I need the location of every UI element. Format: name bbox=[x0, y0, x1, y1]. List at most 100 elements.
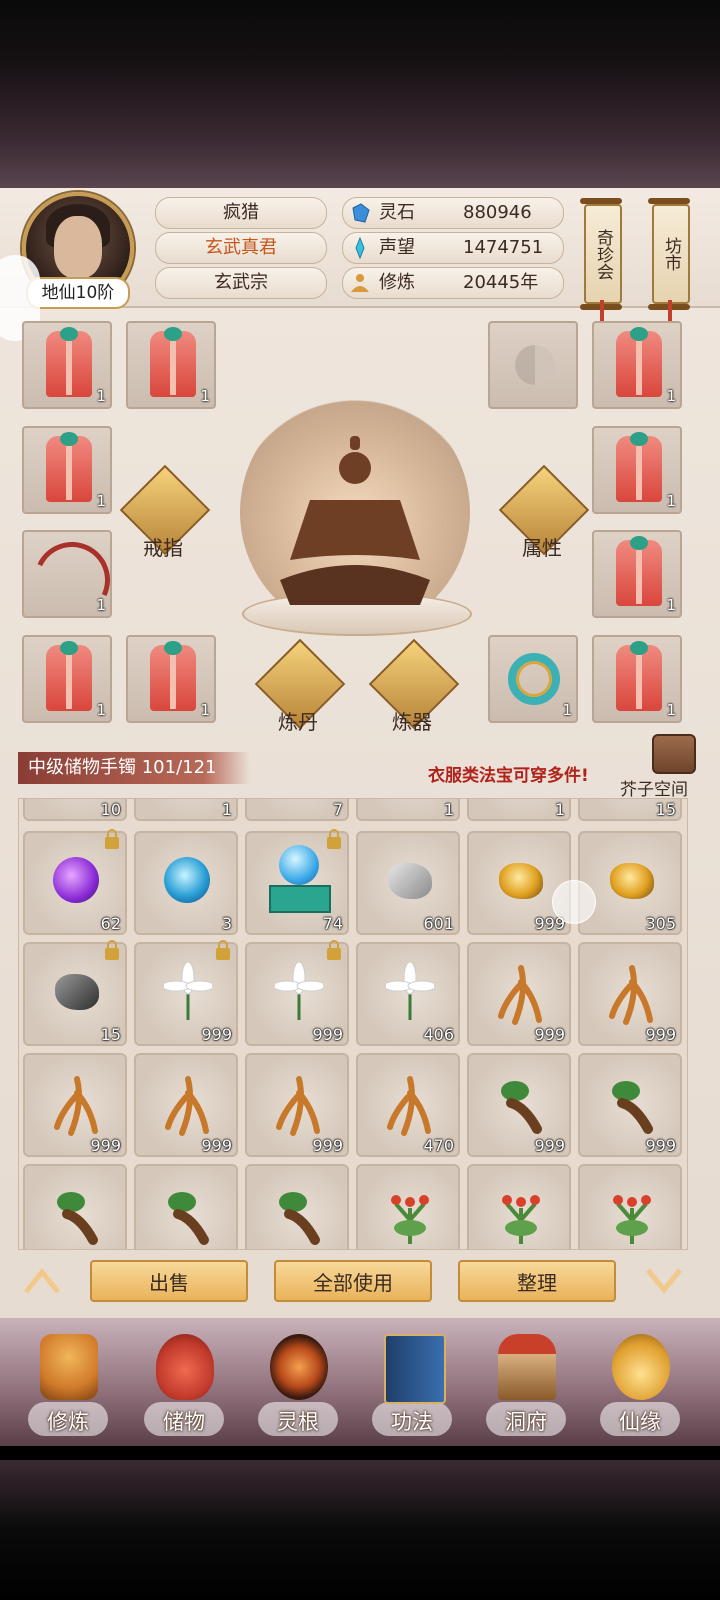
inventory-cell[interactable]: 470 bbox=[356, 1053, 460, 1157]
treasure-auction-button[interactable]: 奇珍会 bbox=[580, 198, 622, 310]
item-count: 1 bbox=[96, 596, 106, 614]
resource-value: 1474751 bbox=[463, 237, 544, 258]
item-count: 999 bbox=[201, 1136, 232, 1155]
ginseng-root-icon bbox=[498, 965, 542, 1025]
nav-spirit-root[interactable]: 灵根 bbox=[248, 1334, 348, 1444]
item-count: 1 bbox=[666, 701, 676, 719]
cultivation-icon bbox=[351, 274, 369, 292]
sell-button[interactable]: 出售 bbox=[90, 1260, 248, 1302]
inventory-cell[interactable]: 601 bbox=[356, 831, 460, 935]
inventory-cell[interactable]: 406 bbox=[356, 942, 460, 1046]
market-button[interactable]: 坊市 bbox=[648, 198, 690, 310]
inventory-cell[interactable] bbox=[578, 1164, 682, 1249]
inventory-cell[interactable]: 999 bbox=[467, 942, 571, 1046]
robe-icon bbox=[616, 536, 662, 606]
inventory-cell[interactable]: 1 bbox=[467, 799, 571, 821]
inventory-grid[interactable]: 10 1 7 1 1 15 62 3 74 601 999 305 15 999… bbox=[18, 798, 688, 1250]
inventory-cell[interactable] bbox=[356, 1164, 460, 1249]
equip-slot-right-6[interactable]: 1 bbox=[592, 635, 682, 723]
item-count: 1 bbox=[562, 701, 572, 719]
yin-yang-icon bbox=[515, 345, 555, 385]
inventory-cell[interactable]: 999 bbox=[578, 1053, 682, 1157]
resource-value: 880946 bbox=[463, 202, 532, 223]
leaf-tuber-icon bbox=[57, 1192, 98, 1245]
item-count: 1 bbox=[200, 387, 210, 405]
scroll-down-arrow-icon[interactable] bbox=[644, 1264, 684, 1298]
chest-icon[interactable] bbox=[652, 734, 696, 774]
storage-bracelet-capacity: 中级储物手镯 101/121 bbox=[18, 752, 250, 784]
inventory-cell[interactable]: 999 bbox=[245, 1053, 349, 1157]
nav-cave-residence[interactable]: 洞府 bbox=[476, 1334, 576, 1444]
inventory-cell[interactable]: 999 bbox=[467, 831, 571, 935]
inventory-cell[interactable] bbox=[467, 1164, 571, 1249]
resource-value: 20445年 bbox=[463, 272, 539, 293]
inventory-cell[interactable]: 305 bbox=[578, 831, 682, 935]
item-count: 1 bbox=[554, 800, 565, 819]
equip-slot-left-6[interactable]: 1 bbox=[126, 635, 216, 723]
equip-slot-left-1[interactable]: 1 bbox=[22, 321, 112, 409]
ginseng-root-icon bbox=[54, 1076, 98, 1136]
inventory-cell[interactable] bbox=[134, 1164, 238, 1249]
item-count: 10 bbox=[100, 800, 121, 819]
resource-label: 修炼 bbox=[379, 272, 415, 293]
inventory-cell[interactable]: 74 bbox=[245, 829, 349, 935]
inventory-cell[interactable]: 62 bbox=[23, 829, 127, 935]
item-count: 62 bbox=[100, 914, 121, 933]
equip-slot-left-5[interactable]: 1 bbox=[22, 635, 112, 723]
lock-icon bbox=[105, 940, 119, 960]
resource-reputation: 声望 1474751 bbox=[342, 232, 564, 264]
equip-slot-right-5[interactable]: 1 bbox=[488, 635, 578, 723]
inventory-cell[interactable]: 1 bbox=[356, 799, 460, 821]
inventory-cell[interactable]: 1 bbox=[134, 799, 238, 821]
player-sect[interactable]: 玄武宗 bbox=[155, 267, 327, 299]
ginseng-root-icon bbox=[609, 965, 653, 1025]
spirit-root-icon bbox=[270, 1334, 328, 1400]
inventory-cell[interactable]: 10 bbox=[23, 799, 127, 821]
equip-slot-left-4[interactable]: 1 bbox=[22, 530, 121, 629]
robe-icon bbox=[150, 641, 196, 711]
item-count: 999 bbox=[534, 1025, 565, 1044]
leaf-tuber-icon bbox=[168, 1192, 209, 1245]
leaf-tuber-icon bbox=[279, 1192, 320, 1245]
player-name: 疯猎 bbox=[155, 197, 327, 229]
inventory-cell[interactable] bbox=[23, 1164, 127, 1249]
inventory-cell[interactable] bbox=[245, 1164, 349, 1249]
inventory-cell[interactable]: 7 bbox=[245, 799, 349, 821]
inventory-cell[interactable]: 999 bbox=[245, 940, 349, 1046]
equip-slot-right-3[interactable]: 1 bbox=[592, 426, 682, 514]
robe-icon bbox=[46, 432, 92, 502]
resource-label: 声望 bbox=[379, 237, 415, 258]
player-title[interactable]: 玄武真君 bbox=[155, 232, 327, 264]
equip-slot-right-1[interactable] bbox=[488, 321, 578, 409]
equip-slot-left-3[interactable]: 1 bbox=[22, 426, 112, 514]
equip-slot-left-2[interactable]: 1 bbox=[126, 321, 216, 409]
nav-immortal-fate[interactable]: 仙缘 bbox=[590, 1334, 690, 1444]
jade-pedestal-icon bbox=[269, 885, 331, 913]
inventory-cell[interactable]: 3 bbox=[134, 831, 238, 935]
inventory-cell[interactable]: 999 bbox=[467, 1053, 571, 1157]
red-flower-herb-icon bbox=[391, 1195, 429, 1244]
mustard-space-label[interactable]: 芥子空间 bbox=[620, 775, 688, 800]
inventory-cell[interactable]: 15 bbox=[23, 940, 127, 1046]
nav-cultivation[interactable]: 修炼 bbox=[18, 1334, 118, 1444]
equip-slot-right-2[interactable]: 1 bbox=[592, 321, 682, 409]
inventory-cell[interactable]: 15 bbox=[578, 799, 682, 821]
sort-button[interactable]: 整理 bbox=[458, 1260, 616, 1302]
item-count: 15 bbox=[100, 1025, 121, 1044]
inventory-cell[interactable]: 999 bbox=[134, 940, 238, 1046]
inventory-cell[interactable]: 999 bbox=[23, 1053, 127, 1157]
inventory-cell[interactable]: 999 bbox=[134, 1053, 238, 1157]
item-count: 999 bbox=[312, 1136, 343, 1155]
nav-storage[interactable]: 储物 bbox=[134, 1334, 234, 1444]
nav-label: 储物 bbox=[163, 1410, 205, 1434]
blue-orb-icon bbox=[164, 857, 210, 903]
reputation-icon bbox=[355, 237, 365, 259]
use-all-button[interactable]: 全部使用 bbox=[274, 1260, 432, 1302]
equip-slot-right-4[interactable]: 1 bbox=[592, 530, 682, 618]
nav-technique[interactable]: 功法 bbox=[362, 1334, 462, 1444]
robe-icon bbox=[616, 327, 662, 397]
scroll-up-arrow-icon[interactable] bbox=[22, 1264, 62, 1298]
inventory-cell[interactable]: 999 bbox=[578, 942, 682, 1046]
ginseng-root-icon bbox=[165, 1076, 209, 1136]
robe-icon bbox=[150, 327, 196, 397]
